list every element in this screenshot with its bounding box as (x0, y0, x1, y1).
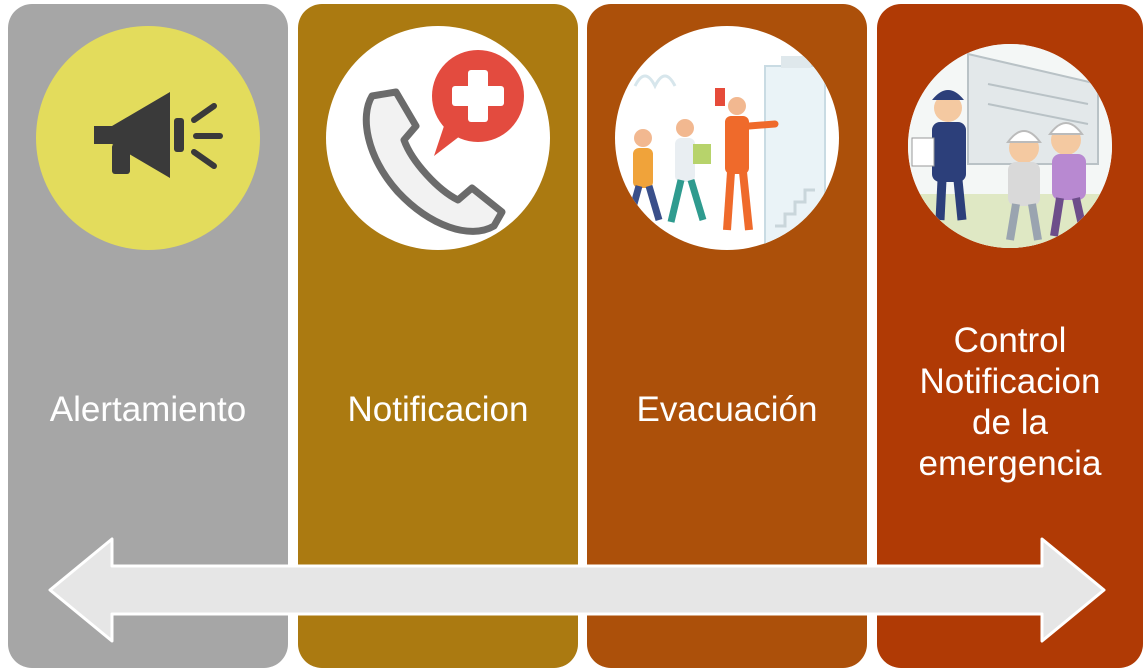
bidirectional-arrow-icon (48, 537, 1106, 643)
